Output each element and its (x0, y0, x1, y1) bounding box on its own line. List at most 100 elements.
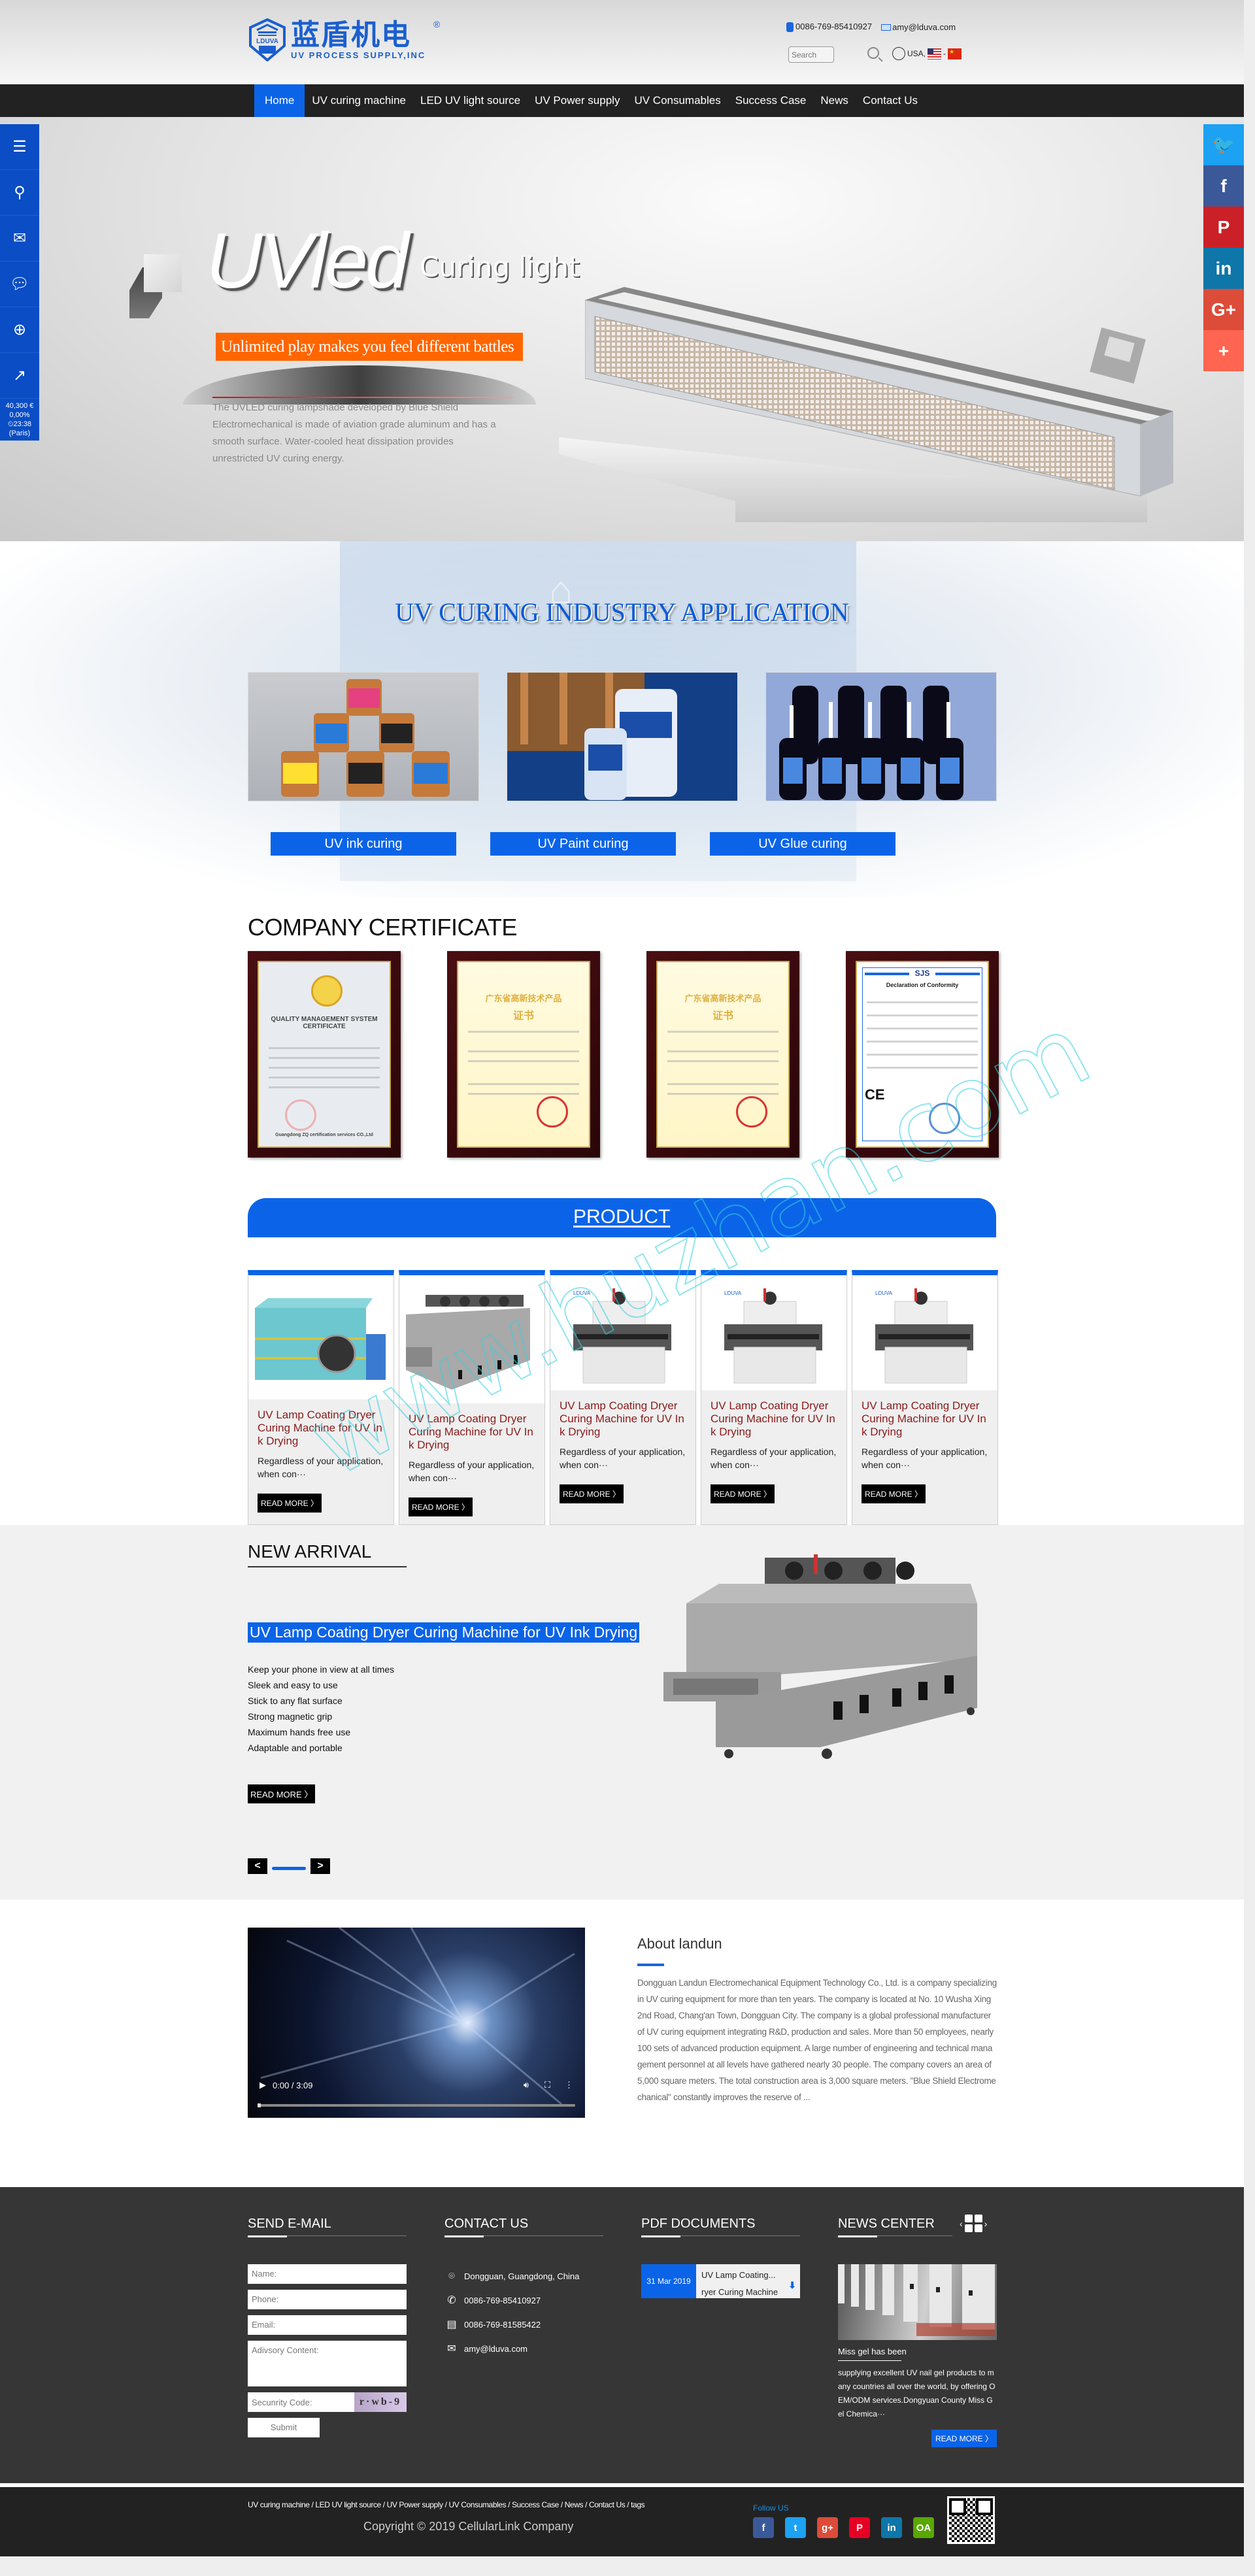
read-more-button[interactable]: READ MORE 〉 (711, 1484, 775, 1503)
submit-button[interactable]: Submit (248, 2418, 320, 2437)
globe-icon[interactable]: ⊕ (0, 307, 39, 353)
flag-usa-icon[interactable] (928, 48, 942, 59)
nav-item-led-uv-light-source[interactable]: LED UV light source (413, 84, 527, 117)
certificate-subheading: Declaration of Conformity (886, 982, 959, 988)
uv-glue-image[interactable] (765, 672, 997, 801)
nav-item-home[interactable]: Home (254, 84, 305, 117)
product-image[interactable]: LDUVA (852, 1275, 997, 1390)
contact-phone[interactable]: ✆ 0086-769-85410927 (444, 2288, 603, 2313)
nav-item-news[interactable]: News (813, 84, 856, 117)
search-icon[interactable] (867, 47, 879, 59)
product-card[interactable]: LDUVA UV Lamp Coating Dryer Curing Machin… (550, 1270, 696, 1525)
share-plus-icon[interactable]: + (1203, 330, 1244, 371)
contact-email[interactable]: ✉ amy@lduva.com (444, 2337, 603, 2361)
advisory-content-field[interactable]: Adivsory Content: (248, 2341, 407, 2386)
flag-china-icon[interactable] (948, 48, 962, 59)
product-name[interactable]: UV Lamp Coating Dryer Curing Machine for… (862, 1399, 988, 1439)
next-button[interactable]: > (310, 1858, 330, 1874)
facebook-icon[interactable]: f (1203, 165, 1244, 207)
new-arrival-product-image[interactable] (663, 1551, 990, 1767)
phone-field[interactable]: Phone: (248, 2290, 407, 2309)
google-plus-icon[interactable]: G+ (1203, 289, 1244, 330)
read-more-button[interactable]: READ MORE 〉 (409, 1497, 473, 1516)
pinterest-icon[interactable]: P (849, 2517, 870, 2538)
pinterest-icon[interactable]: P (1203, 207, 1244, 248)
google-plus-icon[interactable]: g+ (817, 2517, 838, 2538)
product-image[interactable] (248, 1275, 393, 1399)
pdf-item[interactable]: 31 Mar 2019 UV Lamp Coating... ryer Curi… (641, 2264, 800, 2298)
product-name[interactable]: UV Lamp Coating Dryer Curing Machine for… (711, 1399, 837, 1439)
prev-button[interactable]: < (248, 1858, 267, 1874)
captcha-image[interactable]: r·wb-9 (354, 2392, 407, 2412)
product-card[interactable]: LDUVA UV Lamp Coating Dryer Curing Machin… (852, 1270, 998, 1525)
product-description: Regardless of your application, when con… (862, 1447, 988, 1470)
certificate-frame[interactable]: QUALITY MANAGEMENT SYSTEM CERTIFICATE Gu… (248, 951, 401, 1158)
product-image[interactable]: LDUVA (550, 1275, 695, 1390)
twitter-icon[interactable]: t (785, 2517, 806, 2538)
hero-subtitle: Curing light (420, 251, 580, 283)
chart-icon[interactable]: ↗ (0, 353, 39, 399)
nav-item-uv-consumables[interactable]: UV Consumables (627, 84, 728, 117)
footer-links[interactable]: UV curing machine / LED UV light source … (248, 2500, 645, 2509)
menu-icon[interactable]: ☰ (0, 124, 39, 170)
news-item-title[interactable]: Miss gel has been (838, 2347, 907, 2361)
certificate-frame[interactable]: SJS Declaration of Conformity CE (846, 951, 999, 1158)
nav-item-contact-us[interactable]: Contact Us (856, 84, 925, 117)
news-read-more-button[interactable]: READ MORE 〉 (931, 2430, 997, 2447)
product-name[interactable]: UV Lamp Coating Dryer Curing Machine for… (409, 1413, 535, 1452)
logo[interactable]: LDUVA 蓝盾机电 UV PROCESS SUPPLY,INC ® (248, 18, 440, 62)
oa-icon[interactable]: OA (913, 2517, 934, 2538)
header-email[interactable]: amy@lduva.com (881, 22, 956, 32)
linkedin-icon[interactable]: in (881, 2517, 902, 2538)
linkedin-icon[interactable]: in (1203, 248, 1244, 289)
play-icon[interactable]: ▶ (259, 2080, 266, 2090)
video-progress-bar[interactable] (258, 2103, 575, 2107)
mail-icon[interactable]: ✉ (0, 216, 39, 261)
product-image[interactable]: LDUVA (701, 1275, 846, 1390)
product-name[interactable]: UV Lamp Coating Dryer Curing Machine for… (258, 1409, 384, 1448)
application-title: UV CURING INDUSTRY APPLICATION (395, 597, 849, 627)
application-button[interactable]: UV Glue curing (710, 832, 895, 856)
search-input[interactable]: Search (788, 46, 834, 63)
name-field[interactable]: Name: (248, 2264, 407, 2284)
product-image[interactable] (399, 1275, 544, 1403)
video-player[interactable]: ▶ 0:00 / 3:09 🔊︎ ⛶ ⋮ (248, 1928, 585, 2118)
more-options-icon[interactable]: ⋮ (565, 2080, 573, 2090)
read-more-button[interactable]: READ MORE 〉 (248, 1784, 316, 1803)
news-next-icon[interactable]: › (984, 2218, 988, 2229)
logo-chinese: 蓝盾机电 (291, 18, 411, 52)
volume-icon[interactable]: 🔊︎ (524, 2080, 529, 2090)
nav-item-uv-curing-machine[interactable]: UV curing machine (305, 84, 413, 117)
search-icon[interactable]: ⚲ (0, 170, 39, 216)
nav-item-success-case[interactable]: Success Case (728, 84, 814, 117)
slider-indicator[interactable] (272, 1866, 306, 1870)
product-title[interactable]: PRODUCT (573, 1206, 670, 1228)
nav-item-uv-power-supply[interactable]: UV Power supply (527, 84, 627, 117)
uv-ink-image[interactable] (248, 672, 479, 801)
download-icon[interactable]: ⬇ (788, 2276, 796, 2294)
product-card[interactable]: UV Lamp Coating Dryer Curing Machine for… (248, 1270, 394, 1525)
product-name[interactable]: UV Lamp Coating Dryer Curing Machine for… (560, 1399, 686, 1439)
feature-item: Stick to any flat surface (248, 1696, 343, 1706)
chat-icon[interactable]: 💬︎ (0, 261, 39, 307)
read-more-button[interactable]: READ MORE 〉 (560, 1484, 624, 1503)
certificate-frame[interactable]: 广东省高新技术产品 证书 (447, 951, 600, 1158)
header-phone[interactable]: 0086-769-85410927 (786, 22, 872, 33)
email-field[interactable]: Email: (248, 2315, 407, 2335)
news-prev-icon[interactable]: ‹ (960, 2218, 963, 2229)
news-image[interactable] (838, 2264, 997, 2340)
product-card[interactable]: UV Lamp Coating Dryer Curing Machine for… (399, 1270, 545, 1525)
read-more-button[interactable]: READ MORE 〉 (258, 1494, 322, 1513)
grid-icon[interactable] (964, 2215, 982, 2232)
facebook-icon[interactable]: f (753, 2517, 774, 2538)
twitter-icon[interactable]: 🐦 (1203, 124, 1244, 165)
fullscreen-icon[interactable]: ⛶ (544, 2080, 550, 2090)
security-code-field[interactable]: Secunrity Code: r·wb-9 (248, 2392, 407, 2412)
product-card[interactable]: LDUVA UV Lamp Coating Dryer Curing Machin… (701, 1270, 847, 1525)
application-button[interactable]: UV ink curing (271, 832, 456, 856)
certificate-frame[interactable]: 广东省高新技术产品 证书 (646, 951, 799, 1158)
read-more-button[interactable]: READ MORE 〉 (862, 1484, 926, 1503)
uv-paint-image[interactable] (507, 672, 738, 801)
application-button[interactable]: UV Paint curing (490, 832, 676, 856)
new-arrival-title[interactable]: UV Lamp Coating Dryer Curing Machine for… (248, 1622, 640, 1643)
